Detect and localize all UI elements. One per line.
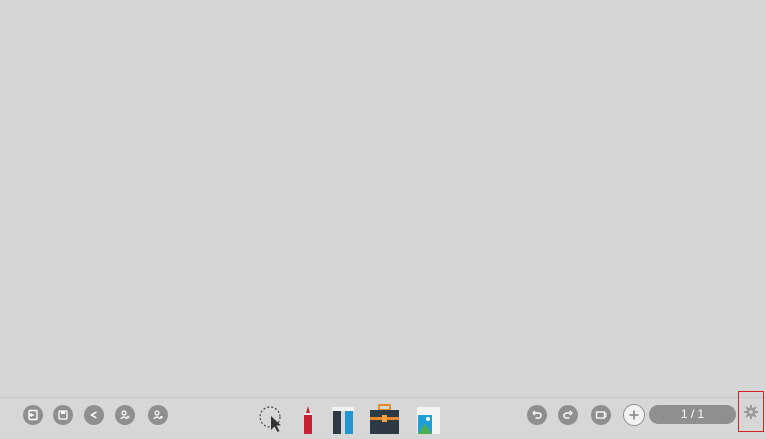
save-icon — [58, 410, 68, 420]
page-view-button[interactable] — [591, 405, 611, 425]
add-user-button[interactable] — [115, 405, 135, 425]
eraser-tool[interactable] — [331, 404, 355, 434]
toolbox-tool[interactable] — [369, 404, 400, 434]
user-settings-icon — [153, 410, 163, 420]
toolbox-icon — [370, 404, 399, 434]
image-tool[interactable] — [416, 406, 441, 434]
image-icon — [417, 407, 440, 434]
whiteboard-canvas[interactable] — [0, 0, 766, 397]
exit-icon — [28, 409, 38, 421]
lasso-select-icon — [259, 406, 281, 432]
page-indicator[interactable]: 1 / 1 — [649, 405, 736, 424]
gear-icon — [744, 404, 758, 419]
redo-icon — [563, 410, 573, 419]
add-user-icon — [120, 410, 130, 420]
save-button[interactable] — [53, 405, 73, 425]
settings-button[interactable] — [738, 391, 764, 432]
add-page-icon — [629, 410, 639, 420]
lasso-select-tool[interactable] — [258, 403, 286, 433]
user-settings-button[interactable] — [148, 405, 168, 425]
exit-button[interactable] — [23, 405, 43, 425]
redo-button[interactable] — [558, 405, 578, 425]
undo-icon — [532, 410, 542, 419]
pen-tool[interactable] — [300, 403, 316, 434]
pen-icon — [304, 406, 312, 434]
share-icon — [90, 411, 97, 419]
share-button[interactable] — [84, 405, 104, 425]
page-view-icon — [595, 411, 607, 419]
eraser-icon — [332, 407, 354, 434]
undo-button[interactable] — [527, 405, 547, 425]
add-page-button[interactable] — [623, 404, 645, 426]
